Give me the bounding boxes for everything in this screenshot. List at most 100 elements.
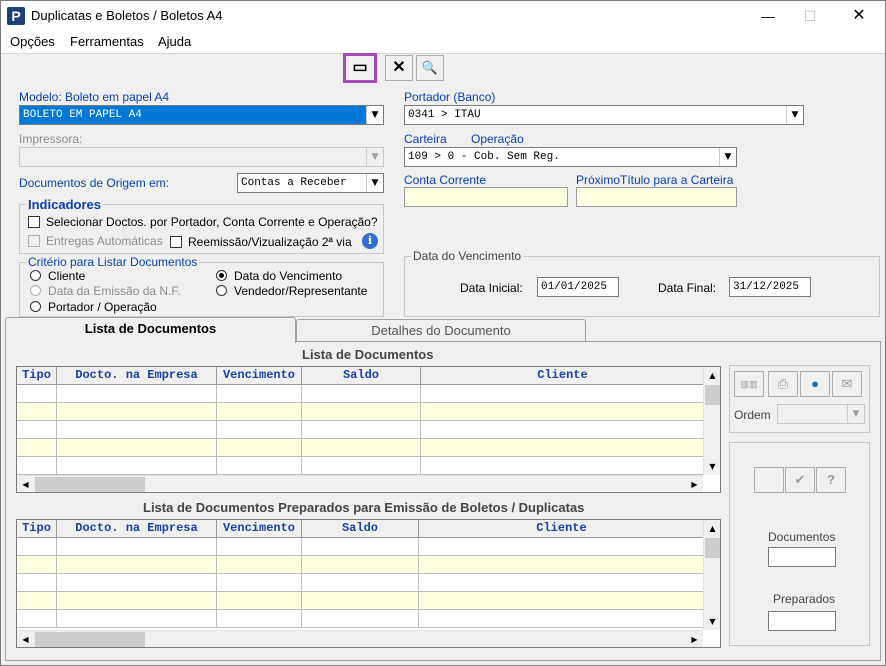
cliente-label: Cliente — [48, 269, 86, 283]
minimize-button[interactable]: — — [753, 5, 783, 27]
scroll-up-icon[interactable]: ▲ — [704, 367, 720, 384]
col-tipo[interactable]: Tipo — [17, 367, 57, 384]
entregas-checkbox[interactable] — [28, 235, 40, 247]
col-saldo[interactable]: Saldo — [302, 367, 421, 384]
portador-value: 0341 > ITAU — [408, 109, 481, 121]
table-row[interactable] — [17, 574, 705, 592]
data-inicial-input[interactable]: 01/01/2025 — [537, 277, 619, 297]
barcode-button[interactable]: ▥▥ — [734, 371, 764, 397]
modelo-select[interactable]: BOLETO EM PAPEL A4 ▼ — [19, 105, 384, 125]
side-status-box: ✔ ? Documentos Preparados — [729, 442, 870, 646]
table-row[interactable] — [17, 421, 705, 439]
conta-corrente-label: Conta Corrente — [404, 173, 487, 187]
tab-detalhes-documento[interactable]: Detalhes do Documento — [296, 319, 586, 343]
maximize-button[interactable]: ☐ — [795, 5, 825, 27]
scroll-thumb[interactable] — [35, 632, 145, 647]
find-button[interactable]: 🔍 — [416, 55, 444, 81]
selecionar-checkbox[interactable] — [28, 216, 40, 228]
barcode-icon: ▥▥ — [740, 379, 758, 389]
table-row[interactable] — [17, 538, 705, 556]
table-row[interactable] — [17, 385, 705, 403]
preparados-grid[interactable]: Tipo Docto. na Empresa Vencimento Saldo … — [16, 519, 721, 648]
table-row[interactable] — [17, 403, 705, 421]
scroll-right-icon[interactable]: ▶ — [686, 476, 703, 492]
blank-button[interactable] — [754, 467, 784, 493]
table-row[interactable] — [17, 592, 705, 610]
globe-button[interactable]: ● — [800, 371, 830, 397]
scroll-right-icon[interactable]: ▶ — [686, 631, 703, 647]
ordem-select[interactable]: ▼ — [777, 404, 865, 424]
portador-select[interactable]: 0341 > ITAU ▼ — [404, 105, 804, 125]
info-icon[interactable]: i — [362, 233, 378, 249]
tab-lista-documentos[interactable]: Lista de Documentos — [5, 317, 296, 343]
tab-detalhes-label: Detalhes do Documento — [371, 323, 511, 338]
col-docto[interactable]: Docto. na Empresa — [57, 520, 217, 537]
reemissao-checkbox[interactable] — [170, 236, 182, 248]
chevron-down-icon[interactable]: ▼ — [719, 148, 736, 166]
chevron-down-icon[interactable]: ▼ — [847, 405, 864, 423]
table-row[interactable] — [17, 610, 705, 628]
cancel-button[interactable]: ✕ — [385, 55, 413, 81]
impressora-label: Impressora: — [19, 132, 83, 146]
conta-corrente-field[interactable] — [404, 187, 568, 207]
col-tipo[interactable]: Tipo — [17, 520, 57, 537]
preparados-count — [768, 611, 836, 631]
reemissao-label: Reemissão/Vizualização 2ª via — [188, 235, 352, 249]
data-final-label: Data Final: — [658, 281, 717, 295]
vendedor-label: Vendedor/Representante — [234, 284, 368, 298]
indicadores-title: Indicadores — [26, 197, 103, 212]
col-vencimento[interactable]: Vencimento — [217, 367, 302, 384]
scroll-up-icon[interactable]: ▲ — [704, 520, 720, 537]
scroll-down-icon[interactable]: ▼ — [704, 458, 720, 475]
toolbar-divider — [1, 53, 885, 54]
chevron-down-icon[interactable]: ▼ — [366, 148, 383, 166]
globe-icon: ● — [811, 376, 819, 391]
radio-data-vencimento[interactable] — [216, 270, 227, 281]
table-row[interactable] — [17, 457, 705, 475]
close-button[interactable]: ✕ — [844, 5, 874, 27]
lista-hscroll[interactable]: ◀ ▶ — [17, 475, 703, 492]
radio-data-emissao[interactable] — [30, 285, 41, 296]
table-row[interactable] — [17, 556, 705, 574]
proximo-titulo-field[interactable] — [576, 187, 737, 207]
vencimento-group: Data do Vencimento Data Inicial: 01/01/2… — [404, 249, 880, 317]
tab-panel: Lista de Documentos Tipo Docto. na Empre… — [5, 341, 881, 661]
print-button[interactable]: ⎙ — [768, 371, 798, 397]
radio-portador-operacao[interactable] — [30, 301, 41, 312]
table-row[interactable] — [17, 439, 705, 457]
scroll-thumb[interactable] — [705, 385, 720, 405]
chevron-down-icon[interactable]: ▼ — [366, 106, 383, 124]
col-saldo[interactable]: Saldo — [302, 520, 419, 537]
preparados-vscroll[interactable]: ▲ ▼ — [703, 520, 720, 630]
carteira-select[interactable]: 109 > 0 - Cob. Sem Reg. ▼ — [404, 147, 737, 167]
col-cliente[interactable]: Cliente — [419, 520, 705, 537]
menu-ferramentas[interactable]: Ferramentas — [70, 34, 144, 49]
radio-vendedor[interactable] — [216, 285, 227, 296]
confirm-button[interactable]: ✔ — [785, 467, 815, 493]
col-vencimento[interactable]: Vencimento — [217, 520, 302, 537]
data-final-input[interactable]: 31/12/2025 — [729, 277, 811, 297]
col-cliente[interactable]: Cliente — [421, 367, 705, 384]
help-button[interactable]: ? — [816, 467, 846, 493]
impressora-select[interactable]: ▼ — [19, 147, 384, 167]
window-toggle-button[interactable]: ▭ — [343, 53, 377, 83]
scroll-thumb[interactable] — [35, 477, 145, 492]
scroll-thumb[interactable] — [705, 538, 720, 558]
criterio-title: Critério para Listar Documentos — [26, 255, 200, 269]
lista-vscroll[interactable]: ▲ ▼ — [703, 367, 720, 475]
window-title: Duplicatas e Boletos / Boletos A4 — [31, 8, 223, 23]
chevron-down-icon[interactable]: ▼ — [366, 174, 383, 192]
email-button[interactable]: ✉ — [832, 371, 862, 397]
menu-ajuda[interactable]: Ajuda — [158, 34, 191, 49]
scroll-down-icon[interactable]: ▼ — [704, 613, 720, 630]
scroll-left-icon[interactable]: ◀ — [17, 631, 34, 647]
chevron-down-icon[interactable]: ▼ — [786, 106, 803, 124]
docs-origem-select[interactable]: Contas a Receber ▼ — [237, 173, 384, 193]
preparados-hscroll[interactable]: ◀ ▶ — [17, 630, 703, 647]
data-emissao-label: Data da Emissão da N.F. — [48, 284, 181, 298]
lista-grid[interactable]: Tipo Docto. na Empresa Vencimento Saldo … — [16, 366, 721, 493]
scroll-left-icon[interactable]: ◀ — [17, 476, 34, 492]
menu-opcoes[interactable]: Opções — [10, 34, 55, 49]
radio-cliente[interactable] — [30, 270, 41, 281]
col-docto[interactable]: Docto. na Empresa — [57, 367, 217, 384]
